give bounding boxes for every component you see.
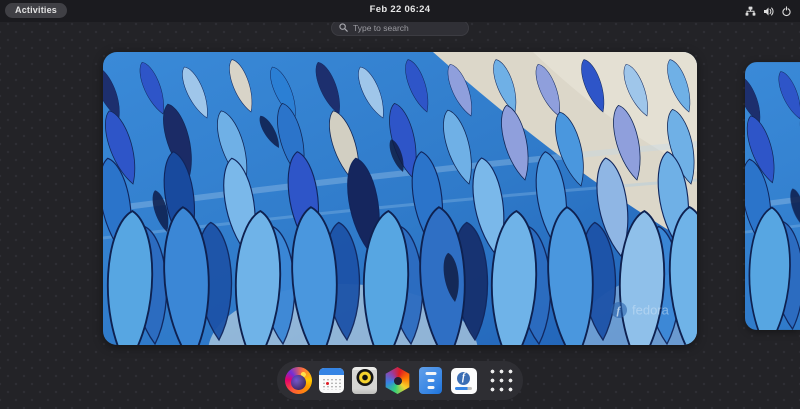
fedora-wallpaper-partial	[745, 62, 800, 330]
music-icon	[352, 367, 377, 394]
volume-icon	[763, 6, 774, 17]
gnome-activities-overview: { "top_bar": { "activities_label": "Acti…	[0, 0, 800, 409]
search-bar[interactable]	[331, 20, 469, 36]
firefox-icon	[285, 367, 312, 394]
dock-item-firefox[interactable]	[285, 367, 312, 394]
fedora-wallpaper: f fedora	[103, 52, 697, 345]
clock-button[interactable]: Feb 22 06:24	[0, 0, 800, 22]
files-icon	[419, 367, 442, 394]
system-status-area[interactable]	[745, 0, 792, 22]
dock-item-install-to-hard-drive[interactable]: f	[450, 367, 477, 394]
power-icon	[781, 6, 792, 17]
network-wired-icon	[745, 6, 756, 17]
dock-item-music[interactable]	[351, 367, 378, 394]
app-grid-icon	[488, 367, 515, 394]
dock-item-files[interactable]	[417, 367, 444, 394]
top-bar: Activities Feb 22 06:24	[0, 0, 800, 22]
photos-icon	[384, 367, 411, 394]
workspace-preview-current[interactable]: f fedora	[103, 52, 697, 345]
calendar-icon	[319, 368, 344, 393]
svg-text:fedora: fedora	[632, 303, 670, 318]
dock-item-calendar[interactable]	[318, 367, 345, 394]
fedora-installer-icon: f	[451, 368, 477, 394]
fedora-watermark: f fedora	[611, 302, 670, 318]
search-input[interactable]	[353, 23, 464, 33]
dock-item-photos[interactable]	[384, 367, 411, 394]
show-apps-button[interactable]	[488, 367, 515, 394]
dash: f	[277, 361, 523, 400]
workspace-preview-next[interactable]	[745, 62, 800, 330]
